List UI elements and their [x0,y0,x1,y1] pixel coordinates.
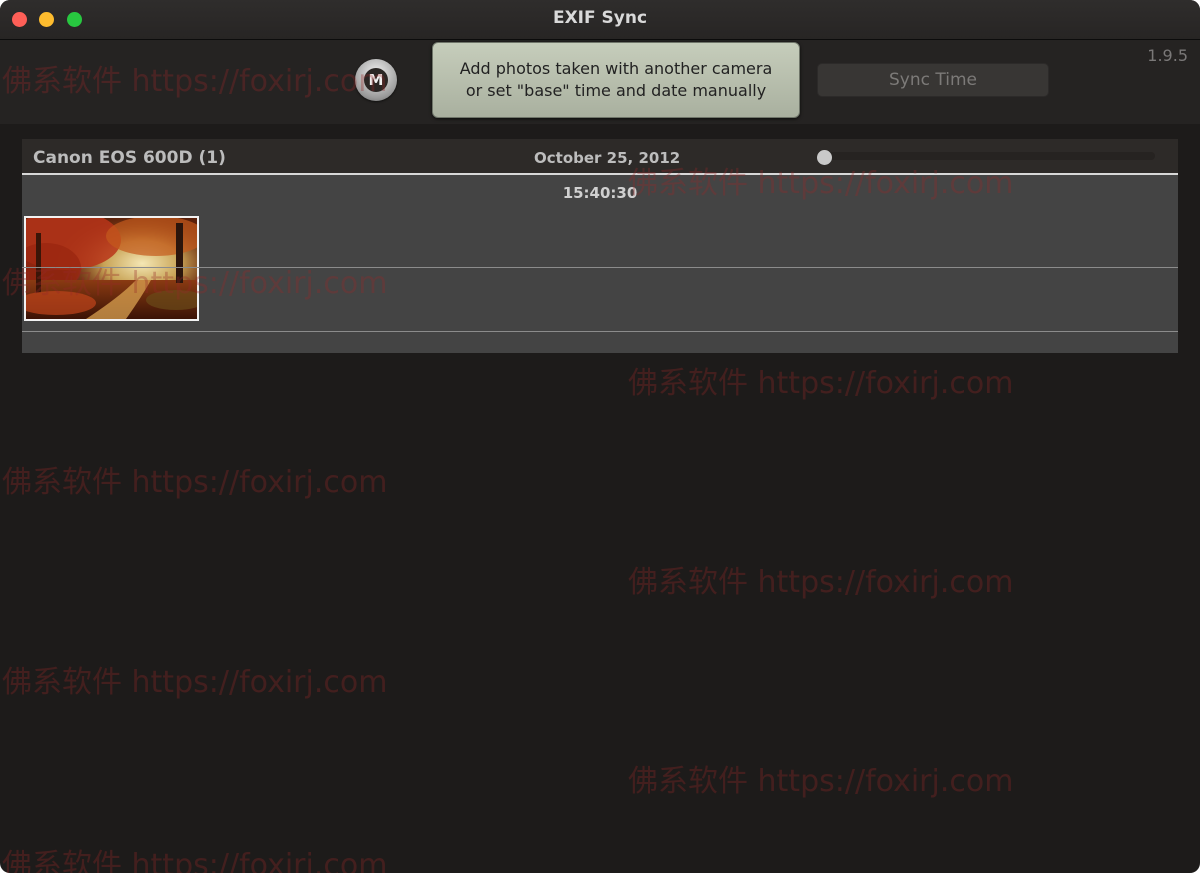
photo-time-label: 15:40:30 [562,184,638,202]
window-title: EXIF Sync [552,8,648,28]
camera-group-header: Canon EOS 600D (1) October 25, 2012 [22,139,1178,175]
add-photos-label-line1: Add photos taken with another camera [459,59,773,78]
watermark-text: 佛系软件 https://foxirj.com [2,665,388,700]
manual-mode-label: M [364,68,388,92]
time-offset-slider-track[interactable] [820,152,1155,160]
photo-thumbnail[interactable] [24,216,199,321]
manual-mode-button[interactable]: M [355,59,397,101]
app-window: EXIF Sync M Add photos taken with anothe… [0,0,1200,873]
row-divider [22,267,1178,268]
autumn-forest-path-image [26,218,197,319]
watermark-text: 佛系软件 https://foxirj.com [628,764,1014,799]
time-offset-slider-knob[interactable] [817,150,832,165]
title-bar[interactable]: EXIF Sync [0,0,1200,40]
watermark-text: 佛系软件 https://foxirj.com [628,366,1014,401]
sync-time-button[interactable]: Sync Time [817,63,1049,97]
watermark-text: 佛系软件 https://foxirj.com [2,848,388,873]
add-photos-button[interactable]: Add photos taken with another camera or … [432,42,800,118]
camera-group-panel: Canon EOS 600D (1) October 25, 2012 15:4… [22,139,1178,353]
toolbar: M Add photos taken with another camera o… [0,40,1200,124]
camera-date: October 25, 2012 [534,149,681,167]
watermark-text: 佛系软件 https://foxirj.com [2,465,388,500]
add-photos-label-line2: or set "base" time and date manually [465,81,767,100]
watermark-text: 佛系软件 https://foxirj.com [628,565,1014,600]
row-divider [22,331,1178,332]
camera-name: Canon EOS 600D (1) [33,148,226,168]
version-label: 1.9.5 [1147,46,1188,65]
